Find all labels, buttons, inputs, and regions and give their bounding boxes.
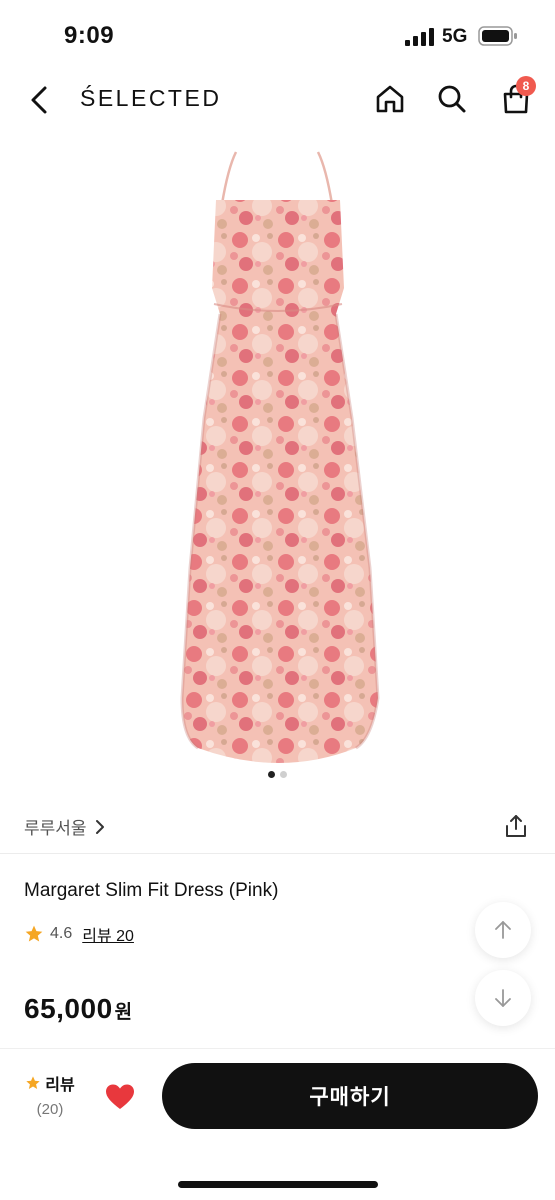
gallery-dot[interactable] — [268, 771, 275, 778]
price: 65,000 — [24, 993, 113, 1024]
home-icon — [376, 85, 404, 113]
status-time: 9:09 — [64, 22, 115, 49]
status-bar: 9:09 5G — [0, 0, 555, 70]
bottom-review-count: (20) — [36, 1101, 64, 1118]
seller-row: 루루서울 — [0, 798, 555, 854]
signal-icon — [405, 28, 434, 46]
scroll-top-button[interactable] — [475, 902, 531, 958]
buy-button[interactable]: 구매하기 — [162, 1063, 538, 1129]
arrow-down-icon — [495, 989, 511, 1007]
currency: 원 — [114, 1002, 133, 1023]
arrow-up-icon — [495, 921, 511, 939]
app-header: ŚELECTED 8 — [0, 70, 555, 130]
like-button[interactable] — [100, 1077, 140, 1117]
share-icon — [506, 815, 526, 837]
bottom-review-label: 리뷰 — [45, 1077, 75, 1094]
chevron-left-icon — [31, 86, 47, 114]
review-link[interactable]: 리뷰 20 — [82, 922, 134, 946]
star-icon — [25, 925, 43, 942]
brand-logo[interactable]: ŚELECTED — [80, 85, 221, 112]
heart-icon — [106, 1084, 134, 1109]
gallery-pagination — [0, 771, 555, 781]
rating-value: 4.6 — [50, 925, 73, 942]
product-image[interactable] — [0, 138, 555, 778]
share-button[interactable] — [500, 810, 532, 842]
home-button[interactable] — [370, 78, 410, 120]
scroll-bottom-button[interactable] — [475, 970, 531, 1026]
cart-count-badge: 8 — [516, 76, 536, 96]
seller-name: 루루서울 — [24, 819, 87, 838]
search-icon — [438, 85, 466, 113]
product-title: Margaret Slim Fit Dress (Pink) — [24, 880, 279, 901]
bottom-action-bar: 리뷰 (20) 구매하기 — [0, 1048, 555, 1200]
network-type: 5G — [442, 26, 468, 47]
gallery-dot[interactable] — [280, 771, 287, 778]
chevron-right-icon — [95, 819, 104, 834]
rating-row: 4.6 리뷰 20 — [24, 922, 134, 946]
back-button[interactable] — [20, 80, 60, 120]
bottom-review-summary[interactable]: 리뷰 (20) — [20, 1071, 80, 1118]
search-button[interactable] — [432, 78, 472, 120]
home-indicator — [178, 1181, 378, 1188]
seller-link[interactable]: 루루서울 — [24, 814, 105, 839]
star-icon — [26, 1076, 40, 1089]
price-row: 65,000 원 — [24, 993, 132, 1025]
cart-button[interactable]: 8 — [494, 76, 538, 120]
battery-icon — [478, 26, 517, 46]
